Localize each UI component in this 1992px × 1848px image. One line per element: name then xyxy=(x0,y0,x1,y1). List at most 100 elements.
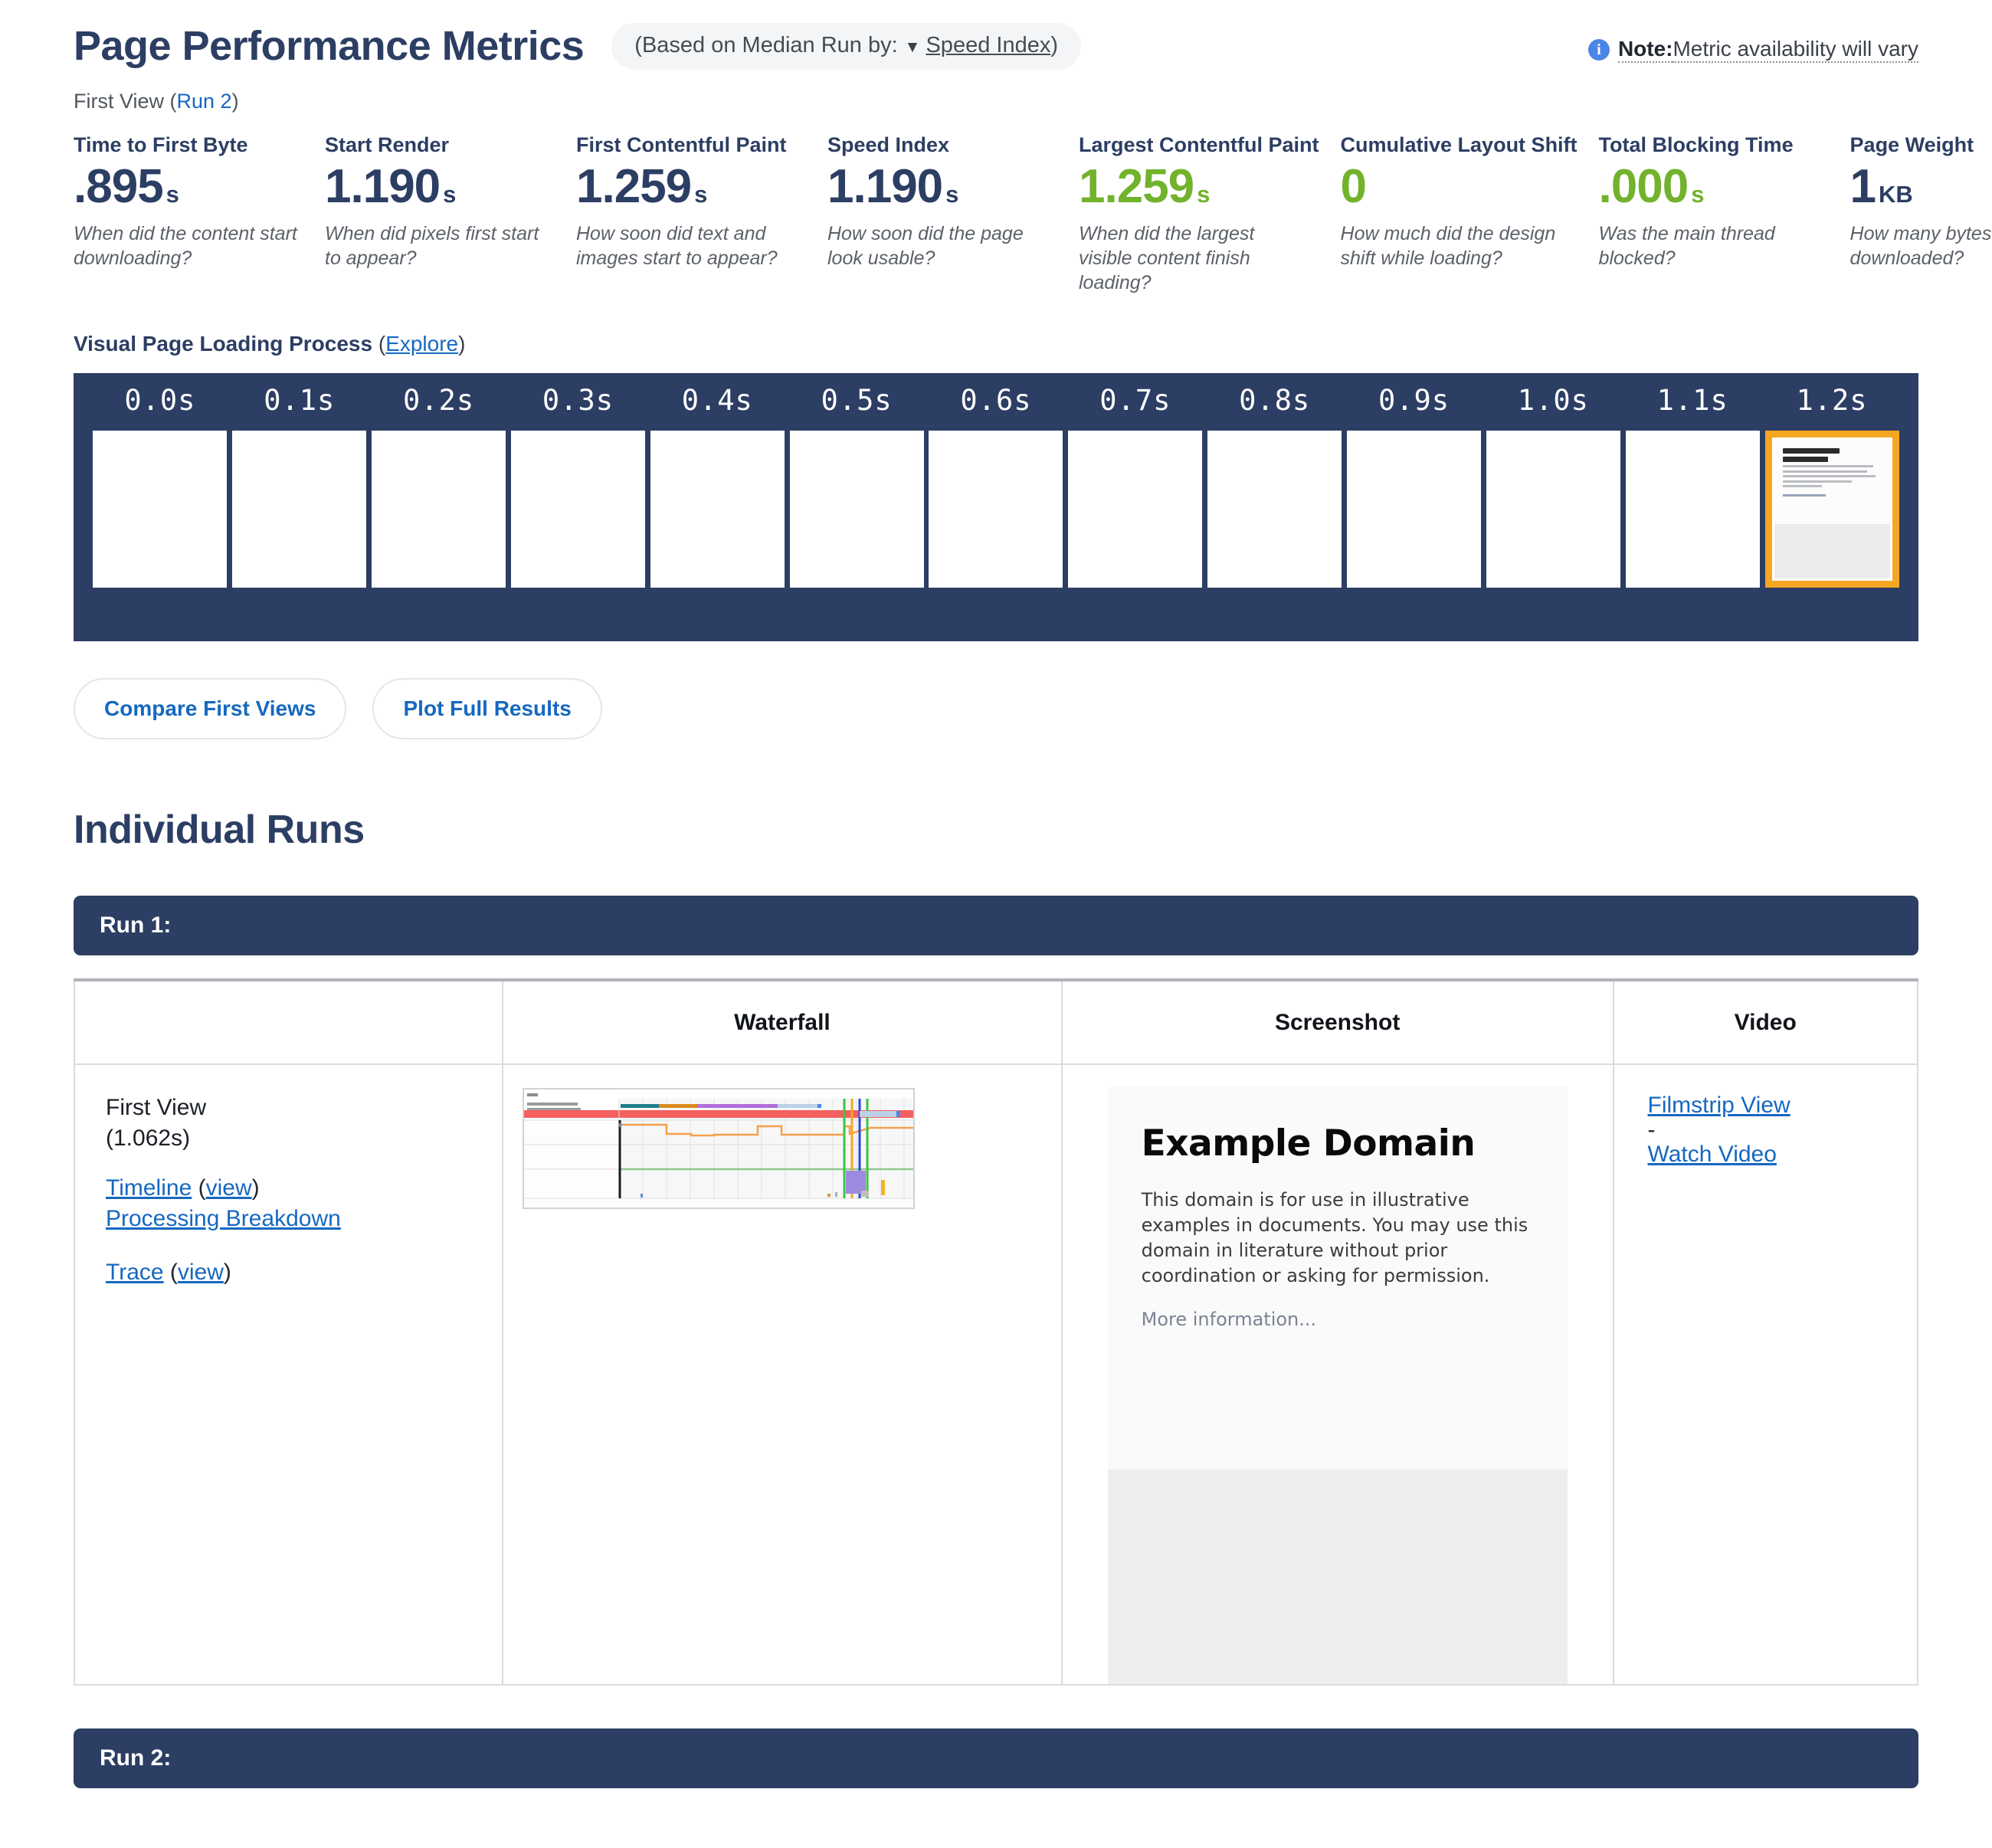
metric-number: 1.259 xyxy=(576,160,692,213)
metric-card: Total Blocking Time .000 s Was the main thr… xyxy=(1599,133,1850,295)
run-1-view-time: (1.062s) xyxy=(106,1125,191,1151)
run-1-view-title: First View (1.062s) xyxy=(106,1093,502,1153)
metric-card: Start Render 1.190 s When did pixels first … xyxy=(325,133,576,295)
visual-loading-label: Visual Page Loading Process xyxy=(74,332,373,356)
filmstrip-frame-thumbnail[interactable] xyxy=(93,431,228,588)
filmstrip-frame-thumbnail[interactable] xyxy=(1486,431,1620,588)
run-2-header: Run 2: xyxy=(74,1728,1918,1788)
filmstrip-view-link[interactable]: Filmstrip View xyxy=(1648,1093,1791,1118)
compare-first-views-button[interactable]: Compare First Views xyxy=(74,678,347,739)
metric-description: How much did the design shift while load… xyxy=(1340,223,1556,269)
mini-page-text-line xyxy=(1782,480,1852,483)
filmstrip-frame[interactable]: 0.2s xyxy=(369,384,509,588)
median-run-prefix: (Based on Median Run by: xyxy=(634,33,898,57)
metric-label: Total Blocking Time xyxy=(1598,133,1794,156)
filmstrip-frame[interactable]: 0.7s xyxy=(1066,384,1205,588)
timeline-view-link[interactable]: view xyxy=(206,1175,252,1201)
plot-full-results-button[interactable]: Plot Full Results xyxy=(372,678,602,739)
video-links-separator: - xyxy=(1647,1117,1656,1142)
mini-example-domain-page xyxy=(1774,440,1890,578)
filmstrip-frame-thumbnail[interactable] xyxy=(372,431,506,588)
filmstrip-frame-thumbnail[interactable] xyxy=(232,431,367,588)
filmstrip-frame-time: 0.8s xyxy=(1239,384,1311,417)
results-page: Page Performance Metrics (Based on Media… xyxy=(0,0,1992,1788)
trace-view-link[interactable]: view xyxy=(178,1260,224,1285)
filmstrip-frame[interactable]: 1.2s xyxy=(1762,384,1902,588)
filmstrip-frame-time: 0.7s xyxy=(1099,384,1171,417)
filmstrip-frame[interactable]: 0.1s xyxy=(230,384,369,588)
note-text: Metric availability will vary xyxy=(1673,37,1918,63)
mini-page-text-line xyxy=(1782,485,1823,487)
run-1-waterfall-cell[interactable] xyxy=(502,1064,1062,1686)
metric-number: 1.190 xyxy=(827,160,943,213)
watch-video-link[interactable]: Watch Video xyxy=(1648,1142,1777,1167)
waterfall-chart-icon xyxy=(524,1089,914,1207)
filmstrip-frame[interactable]: 1.1s xyxy=(1623,384,1762,588)
metric-description: Was the main thread blocked? xyxy=(1598,223,1775,269)
median-run-selector[interactable]: (Based on Median Run by: ▼ Speed Index ) xyxy=(611,23,1081,70)
visual-loading-title: Visual Page Loading Process (Explore) xyxy=(74,332,466,356)
screenshot-content: Example Domain This domain is for use in… xyxy=(1107,1086,1568,1470)
filmstrip-frame-thumbnail[interactable] xyxy=(1347,431,1482,588)
filmstrip-frame[interactable]: 0.9s xyxy=(1345,384,1484,588)
metric-value: 1.190 s xyxy=(827,163,1057,211)
filmstrip-frame-time: 0.9s xyxy=(1378,384,1450,417)
metric-label: Speed Index xyxy=(827,133,950,156)
run-1-info-cell: First View (1.062s) Timeline (view) Proc… xyxy=(73,1064,503,1686)
processing-breakdown-row: Processing Breakdown xyxy=(106,1204,502,1234)
filmstrip-frame[interactable]: 0.6s xyxy=(926,384,1066,588)
filmstrip-frame[interactable]: 0.8s xyxy=(1205,384,1345,588)
column-header-video: Video xyxy=(1612,980,1918,1065)
mini-page-link-line xyxy=(1782,494,1827,496)
screenshot-more-link: More information... xyxy=(1141,1308,1317,1330)
run-1-label: Run 1: xyxy=(100,913,172,938)
filmstrip-frame-thumbnail[interactable] xyxy=(1207,431,1342,588)
filmstrip-frame-time: 0.1s xyxy=(264,384,336,417)
trace-link[interactable]: Trace xyxy=(106,1260,164,1285)
metric-description: When did pixels first start to appear? xyxy=(325,223,539,269)
filmstrip-frame[interactable]: 0.5s xyxy=(787,384,926,588)
median-run-value[interactable]: Speed Index xyxy=(926,33,1050,58)
filmstrip-frame-thumbnail[interactable] xyxy=(1068,431,1203,588)
run-1-screenshot-cell[interactable]: Example Domain This domain is for use in… xyxy=(1060,1064,1614,1686)
mini-page-text-line xyxy=(1782,475,1876,477)
screenshot-thumbnail[interactable]: Example Domain This domain is for use in… xyxy=(1107,1086,1568,1684)
filmstrip-frame-time: 1.0s xyxy=(1517,384,1589,417)
metric-value: 1.259 s xyxy=(1079,163,1319,211)
filmstrip-frame-thumbnail-highlighted[interactable] xyxy=(1764,431,1899,588)
explore-link[interactable]: Explore xyxy=(385,332,458,356)
metric-description: How many bytes downloaded? xyxy=(1849,223,1992,269)
screenshot-heading: Example Domain xyxy=(1141,1122,1476,1165)
filmstrip-frame[interactable]: 1.0s xyxy=(1483,384,1623,588)
filmstrip-frame-thumbnail[interactable] xyxy=(789,431,924,588)
run-2-label: Run 2: xyxy=(100,1745,172,1771)
first-view-run-line: First View (Run 2) xyxy=(74,90,1918,113)
metric-label: Start Render xyxy=(325,133,450,156)
metric-label: First Contentful Paint xyxy=(576,133,787,156)
filmstrip-frame-time: 1.1s xyxy=(1656,384,1728,417)
filmstrip-frame-thumbnail[interactable] xyxy=(1625,431,1760,588)
table-row: First View (1.062s) Timeline (view) Proc… xyxy=(73,1064,1918,1686)
timeline-link[interactable]: Timeline xyxy=(106,1175,192,1201)
filmstrip-frame[interactable]: 0.0s xyxy=(90,384,230,588)
metric-label: Page Weight xyxy=(1849,133,1974,156)
processing-breakdown-link[interactable]: Processing Breakdown xyxy=(106,1206,341,1231)
column-header-info xyxy=(73,980,503,1065)
filmstrip-view-row: Filmstrip View xyxy=(1648,1093,1918,1119)
filmstrip-frame-time: 0.4s xyxy=(681,384,753,417)
filmstrip-frame-thumbnail[interactable] xyxy=(650,431,785,588)
filmstrip-frame-thumbnail[interactable] xyxy=(510,431,645,588)
filmstrip-frame[interactable]: 0.3s xyxy=(509,384,648,588)
metric-value: .895 s xyxy=(74,163,303,211)
metric-card: Time to First Byte .895 s When did the cont… xyxy=(74,133,325,295)
waterfall-thumbnail[interactable] xyxy=(523,1088,916,1209)
metric-unit: KB xyxy=(1879,181,1913,208)
run-1-table: Waterfall Screenshot Video First View (1… xyxy=(73,978,1918,1686)
metric-number: 0 xyxy=(1340,160,1367,213)
run-2-link[interactable]: Run 2 xyxy=(177,90,232,113)
filmstrip-actions: Compare First Views Plot Full Results xyxy=(74,678,1918,739)
metric-card: First Contentful Paint 1.259 s How soon did… xyxy=(576,133,827,295)
filmstrip-frame[interactable]: 0.4s xyxy=(647,384,787,588)
metric-unit: s xyxy=(443,181,457,208)
filmstrip-frame-thumbnail[interactable] xyxy=(929,431,1063,588)
